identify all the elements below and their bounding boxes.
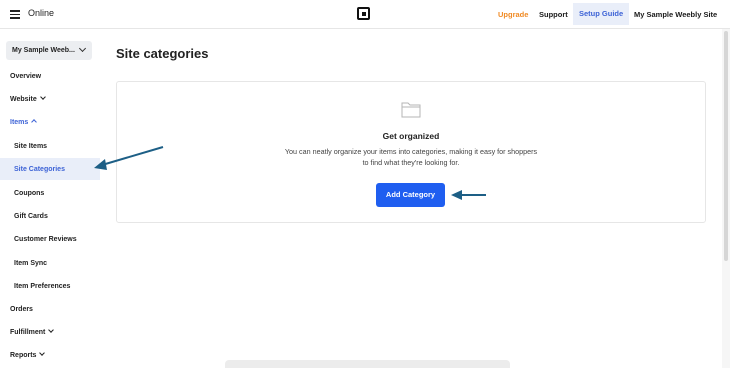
sidebar-item-overview[interactable]: Overview <box>10 73 41 80</box>
sidebar-item-site-items[interactable]: Site Items <box>14 143 47 150</box>
top-bar: Online Upgrade Support Setup Guide My Sa… <box>0 0 730 29</box>
sidebar: My Sample Weeb... Overview Website Items… <box>0 29 104 368</box>
sidebar-item-orders[interactable]: Orders <box>10 306 33 313</box>
scrollbar-thumb[interactable] <box>724 31 728 261</box>
sidebar-item-website[interactable]: Website <box>10 94 46 103</box>
sidebar-item-coupons[interactable]: Coupons <box>14 190 44 197</box>
sidebar-item-reports[interactable]: Reports <box>10 350 46 359</box>
sidebar-item-label: Website <box>10 96 37 103</box>
chevron-down-icon <box>39 350 46 356</box>
upgrade-link[interactable]: Upgrade <box>498 10 528 19</box>
sidebar-item-item-preferences[interactable]: Item Preferences <box>14 283 70 290</box>
sidebar-item-label: Items <box>10 119 29 126</box>
square-logo-icon[interactable] <box>357 7 370 20</box>
add-category-button[interactable]: Add Category <box>376 183 445 207</box>
sidebar-item-site-categories[interactable]: Site Categories <box>14 166 65 173</box>
folder-icon <box>401 102 421 118</box>
sidebar-item-label: Reports <box>10 352 37 359</box>
menu-icon[interactable] <box>10 10 20 19</box>
sidebar-item-item-sync[interactable]: Item Sync <box>14 260 47 267</box>
page-title: Site categories <box>116 46 209 61</box>
sidebar-item-customer-reviews[interactable]: Customer Reviews <box>14 236 77 243</box>
support-link[interactable]: Support <box>539 10 568 19</box>
chevron-down-icon <box>48 327 55 333</box>
site-selector-label: My Sample Weeb... <box>12 47 75 54</box>
site-selector[interactable]: My Sample Weeb... <box>6 41 92 60</box>
chevron-down-icon <box>39 94 46 100</box>
empty-state-title: Get organized <box>382 131 440 141</box>
site-name-link[interactable]: My Sample Weebly Site <box>634 10 717 19</box>
sidebar-item-fulfillment[interactable]: Fulfillment <box>10 327 55 336</box>
empty-state-description: You can neatly organize your items into … <box>284 147 538 167</box>
sidebar-item-items[interactable]: Items <box>10 119 38 126</box>
scrollbar[interactable] <box>722 29 730 368</box>
setup-guide-link[interactable]: Setup Guide <box>573 3 630 25</box>
sidebar-item-gift-cards[interactable]: Gift Cards <box>14 213 48 220</box>
bottom-overlay <box>225 360 510 368</box>
chevron-up-icon <box>31 119 38 125</box>
chevron-down-icon <box>78 44 87 53</box>
app-name: Online <box>28 8 55 18</box>
sidebar-item-label: Fulfillment <box>10 329 46 336</box>
